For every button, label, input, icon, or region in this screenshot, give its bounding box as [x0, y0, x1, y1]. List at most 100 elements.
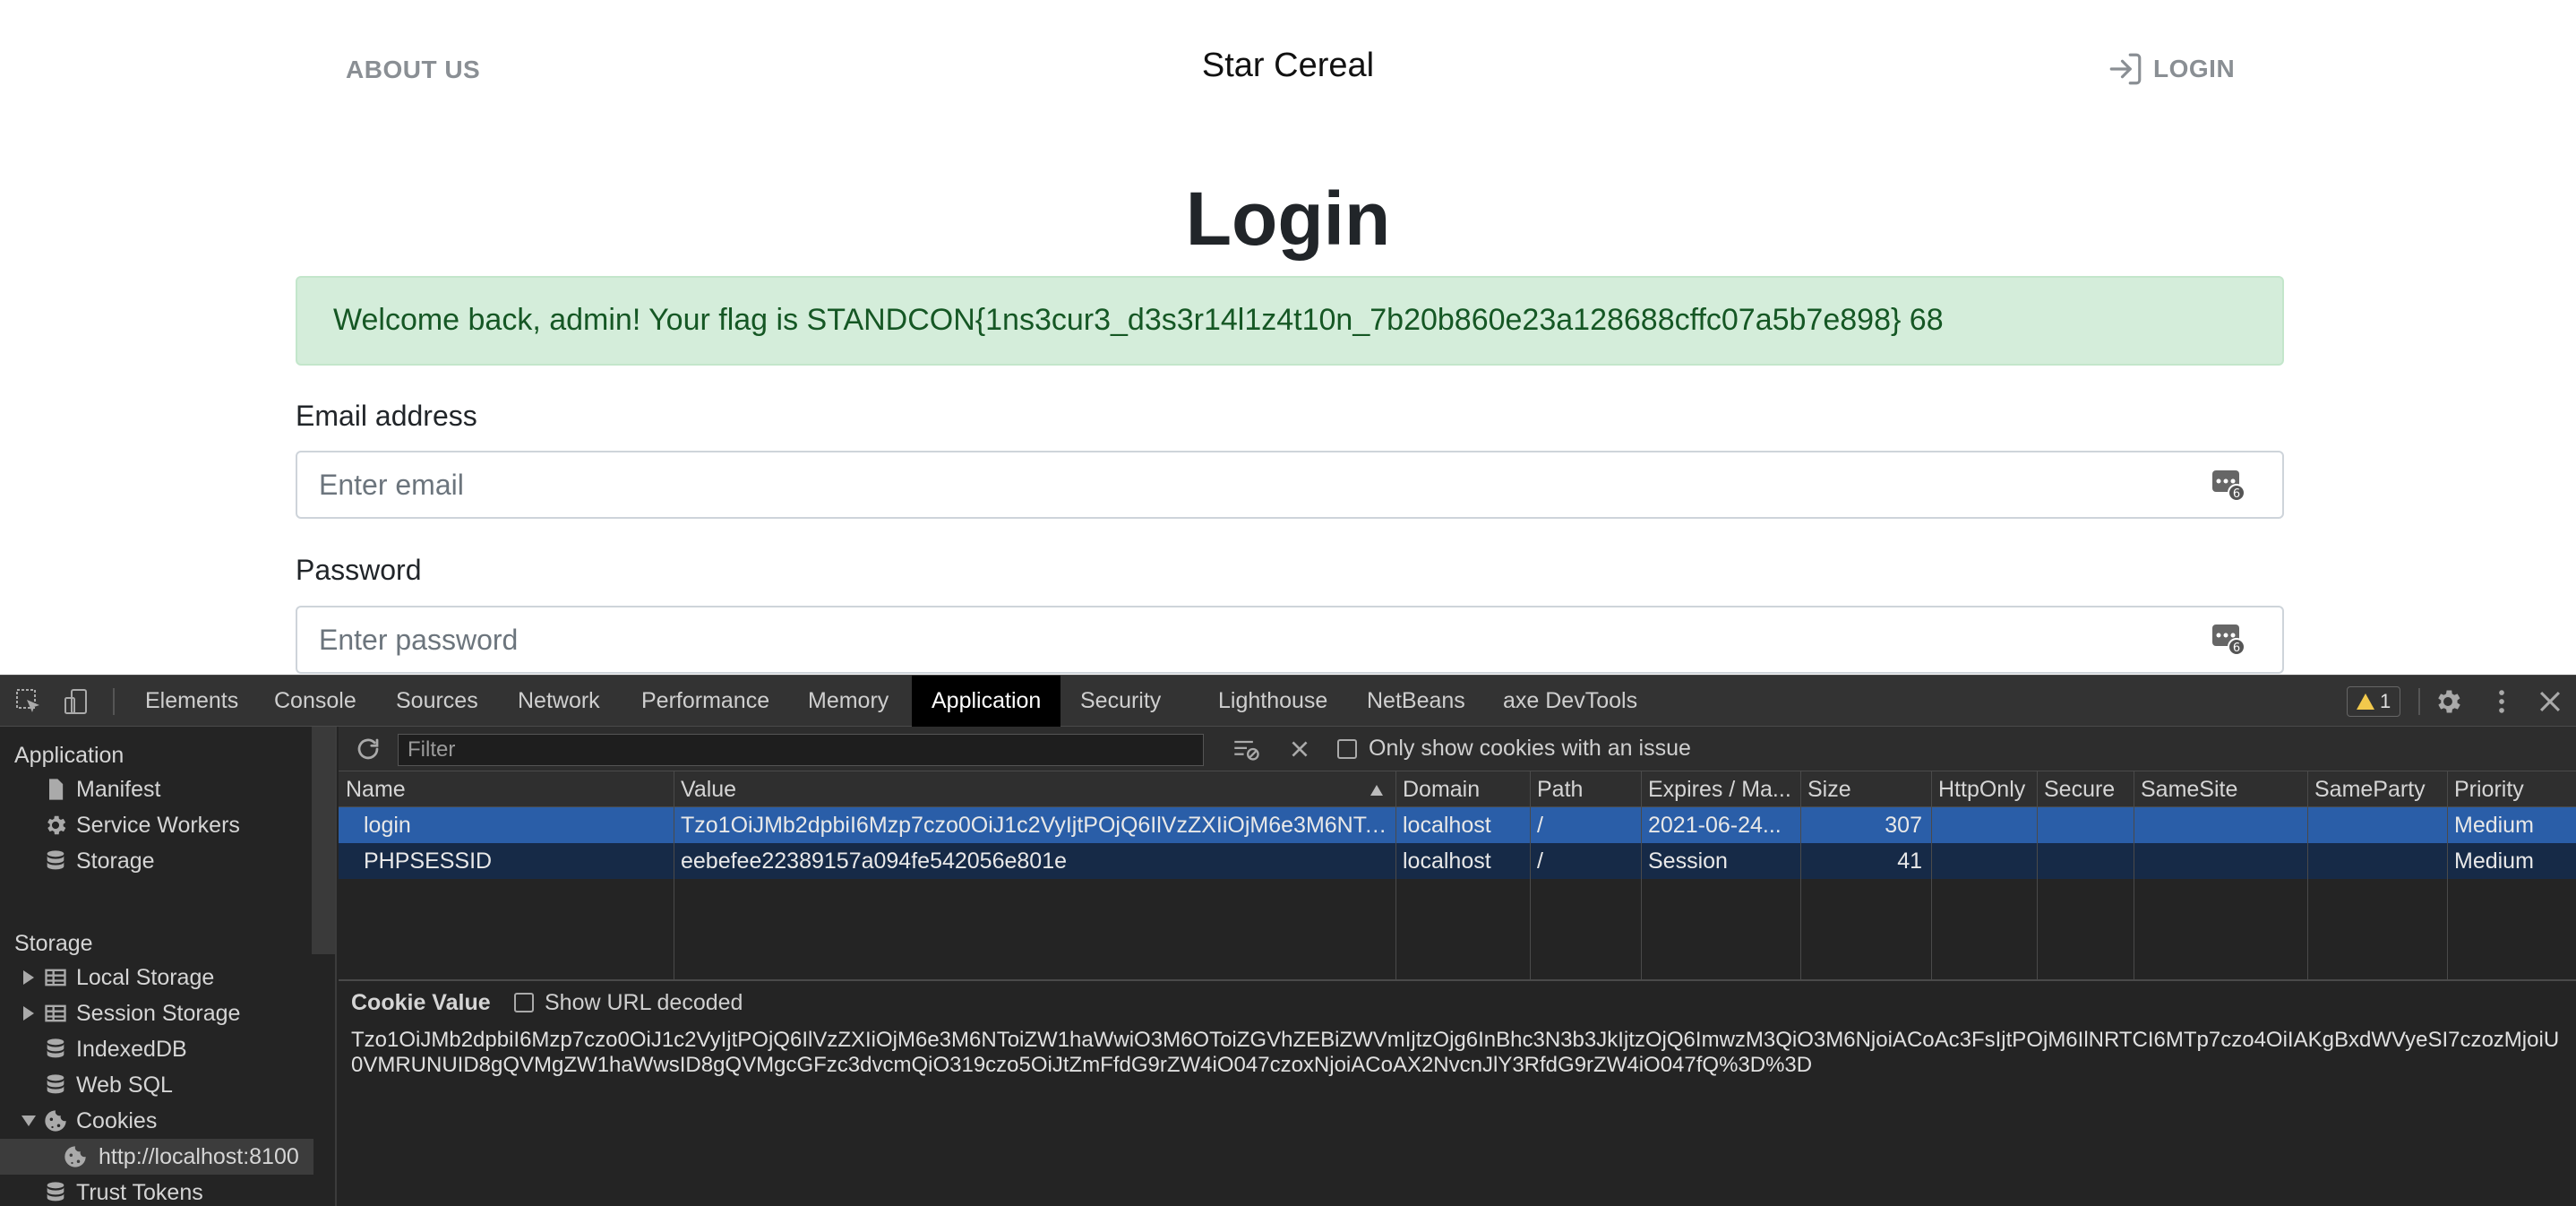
sidebar-item-label: Service Workers — [76, 812, 240, 838]
tab-memory[interactable]: Memory — [788, 676, 908, 727]
column-header-expires[interactable]: Expires / Ma... — [1641, 771, 1800, 807]
cookie-icon — [45, 1110, 66, 1132]
tab-console[interactable]: Console — [254, 676, 376, 727]
gear-icon — [47, 815, 66, 835]
email-input[interactable] — [296, 451, 2284, 519]
column-header-path[interactable]: Path — [1530, 771, 1641, 807]
cell-name: login — [364, 813, 411, 838]
sidebar-item-label: Session Storage — [76, 1000, 241, 1026]
sort-ascending-icon — [1370, 785, 1383, 796]
column-header-secure[interactable]: Secure — [2037, 771, 2134, 807]
cell-priority: Medium — [2454, 813, 2534, 838]
password-manager-icon[interactable]: 6 — [2211, 621, 2246, 657]
only-issues-label: Only show cookies with an issue — [1369, 736, 1691, 761]
cookie-value-text[interactable]: Tzo1OiJMb2dpbiI6Mzp7czo0OiJ1c2VyIjtPOjQ6… — [351, 1028, 2563, 1078]
toolbar-divider — [2418, 688, 2420, 715]
login-icon — [2109, 53, 2142, 85]
sidebar-item-session-storage[interactable]: Session Storage — [0, 995, 313, 1031]
expand-arrow-icon[interactable] — [23, 970, 34, 985]
cookie-icon — [64, 1146, 86, 1167]
column-divider[interactable] — [1641, 771, 1642, 979]
tab-sources[interactable]: Sources — [376, 676, 498, 727]
expand-arrow-icon[interactable] — [23, 1006, 34, 1021]
sidebar-item-manifest[interactable]: Manifest — [0, 771, 313, 807]
toolbar-divider — [113, 688, 115, 715]
application-sidebar: Application Manifest Service Workers Sto… — [0, 727, 337, 1206]
sidebar-item-cookies[interactable]: Cookies — [0, 1103, 313, 1139]
collapse-arrow-icon[interactable] — [21, 1116, 36, 1126]
column-header-value[interactable]: Value — [674, 771, 1395, 807]
sidebar-item-local-storage[interactable]: Local Storage — [0, 960, 313, 995]
database-icon — [47, 1182, 64, 1202]
sidebar-item-trust-tokens[interactable]: Trust Tokens — [0, 1175, 313, 1206]
column-divider[interactable] — [1800, 771, 1801, 979]
tab-elements[interactable]: Elements — [125, 676, 258, 727]
sidebar-item-web-sql[interactable]: Web SQL — [0, 1067, 313, 1103]
column-divider[interactable] — [1530, 771, 1531, 979]
issues-warning-badge[interactable]: 1 — [2347, 686, 2401, 717]
tab-application[interactable]: Application — [912, 676, 1061, 727]
column-header-sameparty[interactable]: SameParty — [2307, 771, 2447, 807]
sidebar-scrollbar[interactable] — [312, 727, 335, 954]
cell-path: / — [1537, 813, 1543, 838]
refresh-icon[interactable] — [355, 736, 382, 762]
nav-login-link[interactable]: LOGIN — [2107, 50, 2235, 88]
cookie-value-pane: Cookie Value Show URL decoded Tzo1OiJMb2… — [339, 979, 2576, 1206]
tab-lighthouse[interactable]: Lighthouse — [1198, 676, 1347, 727]
inspect-element-icon[interactable] — [14, 687, 43, 716]
sidebar-item-label: http://localhost:8100 — [99, 1143, 299, 1169]
cookies-filter-input[interactable] — [398, 734, 1204, 766]
only-issues-checkbox[interactable] — [1337, 739, 1357, 759]
cell-sameparty — [2307, 807, 2447, 843]
tab-performance[interactable]: Performance — [622, 676, 789, 727]
tab-netbeans[interactable]: NetBeans — [1347, 676, 1485, 727]
cell-value: eebefee22389157a094fe542056e801e — [681, 849, 1068, 874]
web-page: ABOUT US Star Cereal LOGIN Login Welcome… — [0, 0, 2576, 675]
column-header-domain[interactable]: Domain — [1395, 771, 1530, 807]
tab-security[interactable]: Security — [1060, 676, 1181, 727]
sidebar-item-indexeddb[interactable]: IndexedDB — [0, 1031, 313, 1067]
page-title: Login — [1185, 177, 1391, 261]
column-divider[interactable] — [2307, 771, 2308, 979]
document-icon — [49, 779, 64, 800]
column-divider[interactable] — [1395, 771, 1396, 979]
column-divider[interactable] — [1931, 771, 1932, 979]
devtools-panel: Elements Console Sources Network Perform… — [0, 675, 2576, 1206]
sidebar-item-label: Trust Tokens — [76, 1179, 203, 1205]
devtools-toolbar: Elements Console Sources Network Perform… — [0, 675, 2576, 727]
show-url-decoded-label: Show URL decoded — [545, 990, 743, 1015]
password-manager-icon[interactable]: 6 — [2211, 467, 2246, 503]
clear-all-icon[interactable] — [1288, 737, 1311, 761]
password-input[interactable] — [296, 606, 2284, 674]
password-manager-badge: 6 — [2233, 642, 2240, 655]
column-divider[interactable] — [2447, 771, 2448, 979]
column-header-priority[interactable]: Priority — [2447, 771, 2576, 807]
sidebar-item-service-workers[interactable]: Service Workers — [0, 807, 313, 843]
cell-size: 41 — [1897, 849, 1922, 874]
sidebar-item-label: Cookies — [76, 1107, 158, 1133]
settings-gear-icon[interactable] — [2433, 686, 2463, 717]
sidebar-item-storage[interactable]: Storage — [0, 843, 313, 879]
column-header-size[interactable]: Size — [1800, 771, 1931, 807]
more-options-icon[interactable] — [2486, 686, 2517, 717]
column-header-httponly[interactable]: HttpOnly — [1931, 771, 2037, 807]
sidebar-item-label: Web SQL — [76, 1072, 173, 1098]
tab-axe-devtools[interactable]: axe DevTools — [1483, 676, 1657, 727]
column-divider[interactable] — [2037, 771, 2038, 979]
tab-network[interactable]: Network — [498, 676, 620, 727]
cell-secure — [2037, 843, 2134, 879]
clear-filtered-icon[interactable] — [1232, 736, 1261, 762]
cell-secure — [2037, 807, 2134, 843]
column-header-name[interactable]: Name — [339, 771, 674, 807]
cell-samesite — [2134, 807, 2307, 843]
sidebar-item-cookie-origin[interactable]: http://localhost:8100 — [0, 1139, 313, 1175]
column-header-samesite[interactable]: SameSite — [2134, 771, 2307, 807]
cell-priority: Medium — [2454, 849, 2534, 874]
database-icon — [47, 1074, 64, 1094]
device-toolbar-icon[interactable] — [63, 687, 91, 716]
close-icon[interactable] — [2535, 686, 2565, 717]
sidebar-section-storage: Storage — [14, 931, 93, 956]
show-url-decoded-checkbox[interactable] — [514, 993, 534, 1012]
cookies-filter-bar: Only show cookies with an issue — [339, 727, 2576, 771]
sidebar-section-application: Application — [14, 743, 125, 768]
